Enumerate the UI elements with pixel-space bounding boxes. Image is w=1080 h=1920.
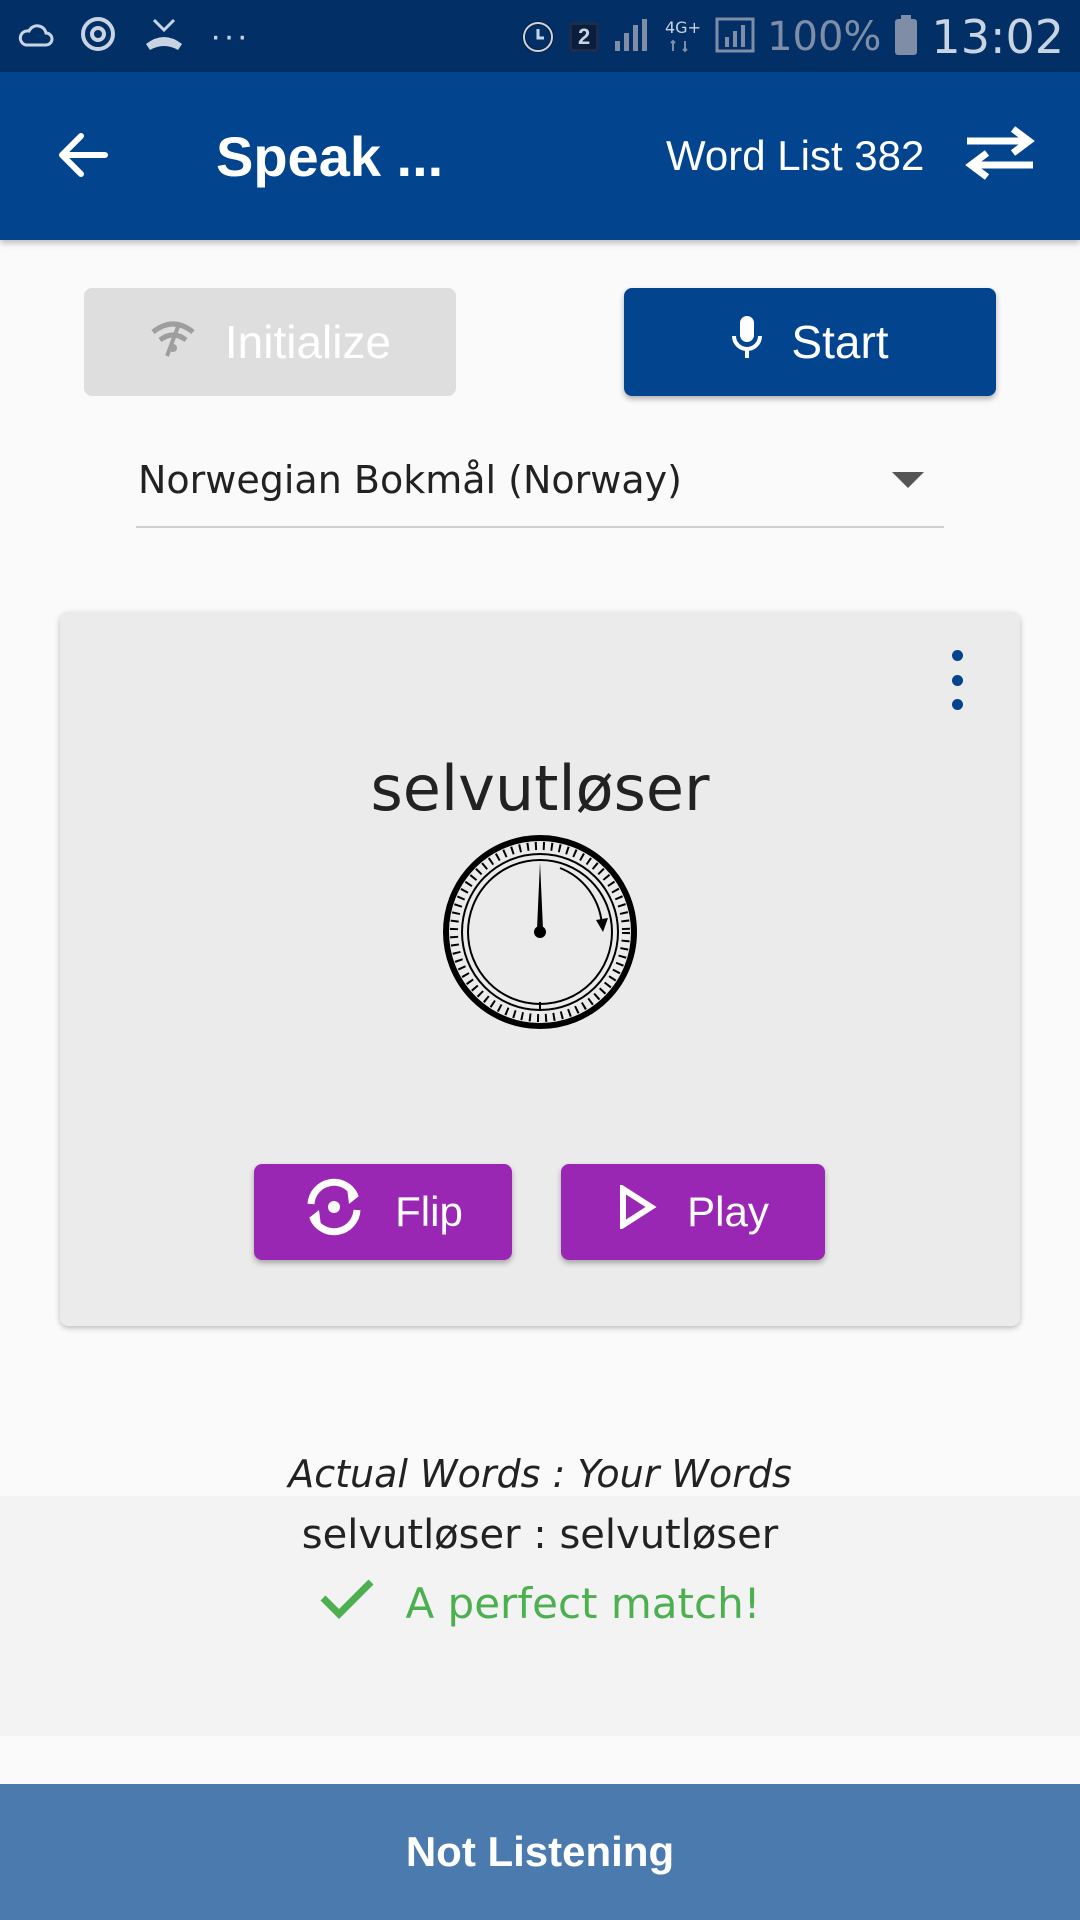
notification-badge: 2: [569, 22, 600, 52]
start-button[interactable]: Start: [624, 288, 996, 396]
sync-icon: [78, 14, 118, 59]
initialize-label: Initialize: [224, 316, 392, 368]
cloud-icon: [18, 19, 54, 54]
result-panel: selvutløser : selvutløser A perfect matc…: [0, 1496, 1080, 1736]
clock-time: 13:02: [931, 10, 1064, 64]
more-vert-icon[interactable]: [942, 650, 972, 710]
dropdown-arrow-icon: [892, 472, 924, 488]
listening-status-label: Not Listening: [405, 1828, 675, 1875]
alarm-icon: [519, 15, 557, 60]
match-status: A perfect match!: [0, 1576, 1080, 1630]
svg-text:4G+: 4G+: [665, 18, 701, 37]
flip-button[interactable]: Flip: [254, 1164, 512, 1260]
result-header: Actual Words : Your Words: [288, 1452, 792, 1496]
battery-percent: 100%: [767, 14, 882, 60]
language-selected: Norwegian Bokmål (Norway): [138, 458, 682, 502]
network-4g-icon: 4G+: [663, 15, 703, 60]
swap-icon: [963, 125, 1037, 186]
play-icon: [617, 1183, 657, 1239]
wifi-off-icon: [149, 315, 197, 369]
back-arrow-icon: [57, 132, 109, 183]
microphone-icon: [731, 314, 763, 371]
app-bar: Speak ... Word List 382: [0, 72, 1080, 240]
initialize-button[interactable]: Initialize: [84, 288, 456, 396]
flash-card: selvutløser Flip Play: [60, 612, 1020, 1326]
status-bar-left: ···: [18, 14, 250, 59]
play-label: Play: [687, 1188, 769, 1235]
play-button[interactable]: Play: [561, 1164, 825, 1260]
status-bar: ··· 2 4G+ 100% 13:02: [0, 0, 1080, 72]
language-dropdown[interactable]: Norwegian Bokmål (Norway): [136, 444, 944, 528]
signal-icon: [611, 15, 651, 60]
signal-bars-icon: [715, 15, 755, 60]
status-more-dots: ···: [210, 17, 250, 55]
word-list-label[interactable]: Word List 382: [666, 132, 924, 180]
flip-icon: [303, 1176, 365, 1248]
card-word: selvutløser: [370, 752, 710, 825]
check-icon: [319, 1576, 375, 1630]
result-words: selvutløser : selvutløser: [301, 1512, 779, 1558]
match-text: A perfect match!: [405, 1578, 761, 1628]
listening-status-bar[interactable]: Not Listening: [0, 1784, 1080, 1920]
stopwatch-dial-icon: [440, 832, 640, 1032]
battery-icon: [893, 13, 919, 62]
flip-label: Flip: [395, 1188, 463, 1235]
swap-button[interactable]: [960, 122, 1040, 188]
back-button[interactable]: [50, 124, 116, 190]
missed-call-icon: [142, 16, 186, 57]
status-bar-right: 2 4G+ 100% 13:02: [519, 10, 1064, 64]
page-title: Speak ...: [216, 125, 444, 188]
start-label: Start: [791, 316, 889, 368]
